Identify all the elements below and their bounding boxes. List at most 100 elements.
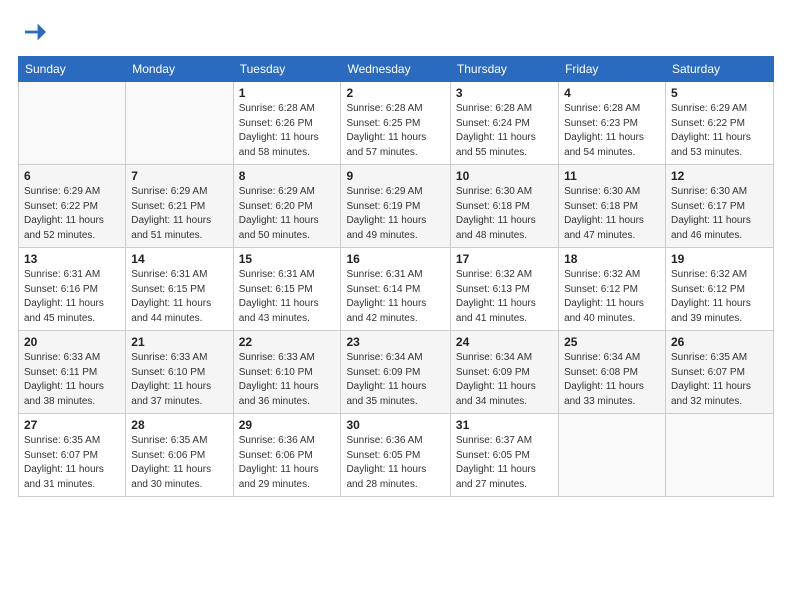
day-number: 13 [24,252,120,266]
day-info: Sunrise: 6:28 AM Sunset: 6:26 PM Dayligh… [239,102,336,160]
day-info: Sunrise: 6:29 AM Sunset: 6:21 PM Dayligh… [131,185,227,243]
day-number: 6 [24,169,120,183]
day-number: 5 [671,86,768,100]
day-number: 20 [24,335,120,349]
calendar-day-cell: 21Sunrise: 6:33 AM Sunset: 6:10 PM Dayli… [126,331,233,414]
day-of-week-header: Friday [559,57,666,82]
calendar-day-cell: 27 Sunrise: 6:35 AM Sunset: 6:07 PM Dayli… [19,414,126,497]
header [18,18,774,46]
calendar-day-cell: 9 Sunrise: 6:29 AM Sunset: 6:19 PM Daylig… [341,165,450,248]
day-number: 23 [346,335,444,349]
day-number: 3 [456,86,553,100]
day-info: Sunrise: 6:35 AM Sunset: 6:06 PM Dayligh… [131,434,227,492]
calendar-day-cell: 1 Sunrise: 6:28 AM Sunset: 6:26 PM Daylig… [233,82,341,165]
calendar-day-cell: 15 Sunrise: 6:31 AM Sunset: 6:15 PM Dayli… [233,248,341,331]
day-info: Sunrise: 6:32 AM Sunset: 6:12 PM Dayligh… [671,268,768,326]
calendar-day-cell: 18Sunrise: 6:32 AM Sunset: 6:12 PM Dayli… [559,248,666,331]
calendar-day-cell: 5 Sunrise: 6:29 AM Sunset: 6:22 PM Daylig… [665,82,773,165]
day-info: Sunrise: 6:34 AM Sunset: 6:09 PM Dayligh… [456,351,553,409]
day-of-week-header: Sunday [19,57,126,82]
day-info: Sunrise: 6:30 AM Sunset: 6:18 PM Dayligh… [456,185,553,243]
day-info: Sunrise: 6:31 AM Sunset: 6:14 PM Dayligh… [346,268,444,326]
calendar-day-cell: 13 Sunrise: 6:31 AM Sunset: 6:16 PM Dayli… [19,248,126,331]
calendar-day-cell: 6 Sunrise: 6:29 AM Sunset: 6:22 PM Daylig… [19,165,126,248]
day-info: Sunrise: 6:34 AM Sunset: 6:09 PM Dayligh… [346,351,444,409]
day-info: Sunrise: 6:31 AM Sunset: 6:15 PM Dayligh… [239,268,336,326]
day-number: 22 [239,335,336,349]
calendar-day-cell: 29 Sunrise: 6:36 AM Sunset: 6:06 PM Dayli… [233,414,341,497]
calendar-day-cell: 16 Sunrise: 6:31 AM Sunset: 6:14 PM Dayli… [341,248,450,331]
page: SundayMondayTuesdayWednesdayThursdayFrid… [0,0,792,612]
logo [18,18,50,46]
day-info: Sunrise: 6:35 AM Sunset: 6:07 PM Dayligh… [24,434,120,492]
day-number: 30 [346,418,444,432]
day-info: Sunrise: 6:31 AM Sunset: 6:16 PM Dayligh… [24,268,120,326]
calendar-day-cell: 25Sunrise: 6:34 AM Sunset: 6:08 PM Dayli… [559,331,666,414]
day-info: Sunrise: 6:28 AM Sunset: 6:24 PM Dayligh… [456,102,553,160]
day-number: 1 [239,86,336,100]
calendar-day-cell: 19 Sunrise: 6:32 AM Sunset: 6:12 PM Dayli… [665,248,773,331]
day-number: 24 [456,335,553,349]
day-number: 12 [671,169,768,183]
calendar-day-cell: 31 Sunrise: 6:37 AM Sunset: 6:05 PM Dayli… [450,414,558,497]
day-number: 29 [239,418,336,432]
calendar-day-cell: 12 Sunrise: 6:30 AM Sunset: 6:17 PM Dayli… [665,165,773,248]
calendar-week-row: 27 Sunrise: 6:35 AM Sunset: 6:07 PM Dayli… [19,414,774,497]
calendar-day-cell: 30 Sunrise: 6:36 AM Sunset: 6:05 PM Dayli… [341,414,450,497]
calendar-day-cell: 3 Sunrise: 6:28 AM Sunset: 6:24 PM Daylig… [450,82,558,165]
day-info: Sunrise: 6:33 AM Sunset: 6:10 PM Dayligh… [239,351,336,409]
day-info: Sunrise: 6:29 AM Sunset: 6:22 PM Dayligh… [24,185,120,243]
day-number: 16 [346,252,444,266]
day-number: 10 [456,169,553,183]
day-info: Sunrise: 6:37 AM Sunset: 6:05 PM Dayligh… [456,434,553,492]
day-info: Sunrise: 6:30 AM Sunset: 6:18 PM Dayligh… [564,185,660,243]
day-number: 27 [24,418,120,432]
calendar-day-cell [126,82,233,165]
day-info: Sunrise: 6:32 AM Sunset: 6:12 PM Dayligh… [564,268,660,326]
day-of-week-header: Wednesday [341,57,450,82]
day-number: 15 [239,252,336,266]
day-info: Sunrise: 6:34 AM Sunset: 6:08 PM Dayligh… [564,351,660,409]
day-of-week-header: Tuesday [233,57,341,82]
day-info: Sunrise: 6:29 AM Sunset: 6:22 PM Dayligh… [671,102,768,160]
calendar-day-cell: 2Sunrise: 6:28 AM Sunset: 6:25 PM Daylig… [341,82,450,165]
day-number: 26 [671,335,768,349]
day-info: Sunrise: 6:28 AM Sunset: 6:23 PM Dayligh… [564,102,660,160]
calendar-day-cell [665,414,773,497]
day-info: Sunrise: 6:30 AM Sunset: 6:17 PM Dayligh… [671,185,768,243]
day-info: Sunrise: 6:36 AM Sunset: 6:06 PM Dayligh… [239,434,336,492]
calendar-day-cell: 23 Sunrise: 6:34 AM Sunset: 6:09 PM Dayli… [341,331,450,414]
day-number: 7 [131,169,227,183]
day-of-week-header: Monday [126,57,233,82]
day-number: 17 [456,252,553,266]
calendar-day-cell: 4 Sunrise: 6:28 AM Sunset: 6:23 PM Daylig… [559,82,666,165]
day-info: Sunrise: 6:31 AM Sunset: 6:15 PM Dayligh… [131,268,227,326]
calendar-week-row: 6 Sunrise: 6:29 AM Sunset: 6:22 PM Daylig… [19,165,774,248]
logo-icon [18,18,46,46]
day-info: Sunrise: 6:36 AM Sunset: 6:05 PM Dayligh… [346,434,444,492]
calendar-day-cell: 14Sunrise: 6:31 AM Sunset: 6:15 PM Dayli… [126,248,233,331]
day-number: 19 [671,252,768,266]
calendar-day-cell [19,82,126,165]
day-info: Sunrise: 6:29 AM Sunset: 6:20 PM Dayligh… [239,185,336,243]
day-info: Sunrise: 6:33 AM Sunset: 6:11 PM Dayligh… [24,351,120,409]
day-info: Sunrise: 6:35 AM Sunset: 6:07 PM Dayligh… [671,351,768,409]
day-of-week-header: Thursday [450,57,558,82]
calendar-day-cell: 7 Sunrise: 6:29 AM Sunset: 6:21 PM Daylig… [126,165,233,248]
calendar-header-row: SundayMondayTuesdayWednesdayThursdayFrid… [19,57,774,82]
day-number: 9 [346,169,444,183]
day-number: 31 [456,418,553,432]
day-of-week-header: Saturday [665,57,773,82]
calendar-day-cell: 8Sunrise: 6:29 AM Sunset: 6:20 PM Daylig… [233,165,341,248]
calendar-week-row: 1 Sunrise: 6:28 AM Sunset: 6:26 PM Daylig… [19,82,774,165]
calendar-day-cell: 28Sunrise: 6:35 AM Sunset: 6:06 PM Dayli… [126,414,233,497]
day-info: Sunrise: 6:33 AM Sunset: 6:10 PM Dayligh… [131,351,227,409]
calendar-day-cell: 26 Sunrise: 6:35 AM Sunset: 6:07 PM Dayli… [665,331,773,414]
calendar-day-cell: 10 Sunrise: 6:30 AM Sunset: 6:18 PM Dayli… [450,165,558,248]
calendar-day-cell: 20 Sunrise: 6:33 AM Sunset: 6:11 PM Dayli… [19,331,126,414]
calendar-week-row: 13 Sunrise: 6:31 AM Sunset: 6:16 PM Dayli… [19,248,774,331]
day-number: 4 [564,86,660,100]
day-info: Sunrise: 6:32 AM Sunset: 6:13 PM Dayligh… [456,268,553,326]
calendar-table: SundayMondayTuesdayWednesdayThursdayFrid… [18,56,774,497]
day-info: Sunrise: 6:29 AM Sunset: 6:19 PM Dayligh… [346,185,444,243]
